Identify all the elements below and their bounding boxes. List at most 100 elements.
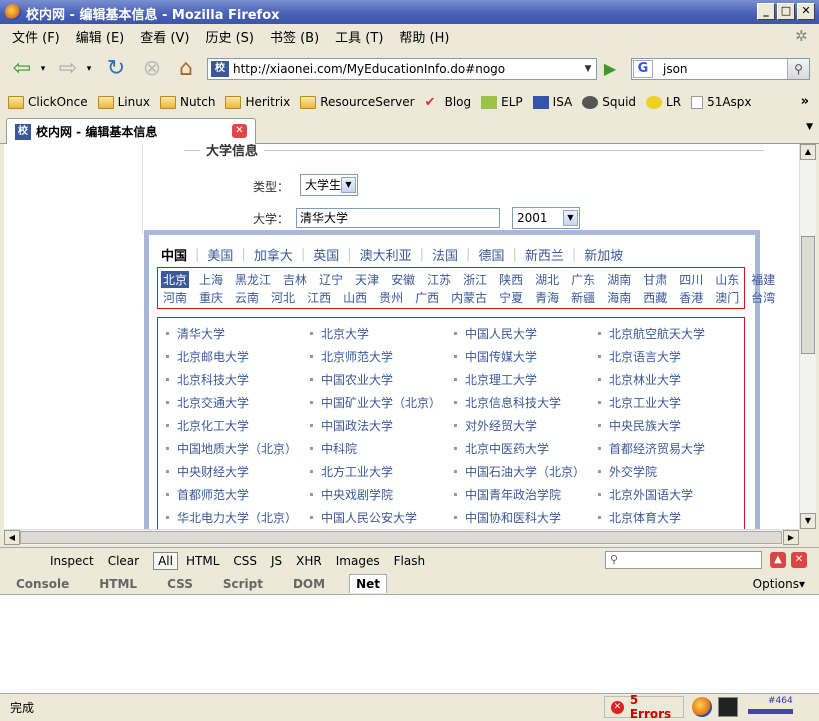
university-item[interactable]: 中国人民大学 xyxy=(454,322,598,345)
close-tab-icon[interactable]: ✕ xyxy=(232,124,247,138)
country-singapore[interactable]: 新加坡 xyxy=(584,245,623,264)
university-item[interactable]: 首都师范大学 xyxy=(166,483,310,506)
university-item[interactable]: 中国矿业大学（北京） xyxy=(310,391,454,414)
reload-icon[interactable]: ↻ xyxy=(102,55,130,83)
province-item[interactable]: 黑龙江 xyxy=(233,271,273,288)
horizontal-scrollbar[interactable]: ◀ ▶ xyxy=(4,529,799,545)
go-icon[interactable]: ▶ xyxy=(600,59,620,79)
url-bar[interactable]: 校 http://xiaonei.com/MyEducationInfo.do#… xyxy=(207,58,597,80)
bookmark-elp[interactable]: ELP xyxy=(481,95,523,109)
vertical-scrollbar[interactable]: ▲ ▼ xyxy=(799,144,816,529)
university-item[interactable]: 北京师范大学 xyxy=(310,345,454,368)
university-item[interactable]: 北京化工大学 xyxy=(166,414,310,437)
search-input[interactable]: json xyxy=(663,62,688,76)
bookmark-heritrix[interactable]: Heritrix xyxy=(225,95,290,109)
university-item[interactable]: 清华大学 xyxy=(166,322,310,345)
country-usa[interactable]: 美国 xyxy=(207,245,233,264)
tab-edit-basic-info[interactable]: 校 校内网 - 编辑基本信息 ✕ xyxy=(6,118,256,144)
province-item[interactable]: 台湾 xyxy=(749,289,777,306)
bookmark-blog[interactable]: ✔ Blog xyxy=(425,95,472,109)
menu-help[interactable]: 帮助 (H) xyxy=(393,27,455,46)
university-item[interactable]: 北京科技大学 xyxy=(166,368,310,391)
tab-console[interactable]: Console xyxy=(10,575,75,593)
province-item[interactable]: 天津 xyxy=(353,271,381,288)
province-item[interactable]: 湖北 xyxy=(533,271,561,288)
university-item[interactable]: 北京航空航天大学 xyxy=(598,322,742,345)
university-item[interactable]: 北京外国语大学 xyxy=(598,483,742,506)
province-item[interactable]: 安徽 xyxy=(389,271,417,288)
alexa-icon[interactable] xyxy=(718,697,738,717)
province-item[interactable]: 福建 xyxy=(749,271,777,288)
filter-all-button[interactable]: All xyxy=(153,551,178,570)
bookmark-nutch[interactable]: Nutch xyxy=(159,95,215,109)
menu-tools[interactable]: 工具 (T) xyxy=(329,27,389,46)
university-item[interactable]: 北京信息科技大学 xyxy=(454,391,598,414)
university-item[interactable]: 中国石油大学（北京） xyxy=(454,460,598,483)
province-item[interactable]: 澳门 xyxy=(713,289,741,306)
province-item[interactable]: 广西 xyxy=(413,289,441,306)
stop-icon[interactable]: ⊗ xyxy=(138,55,166,83)
university-item[interactable]: 对外经贸大学 xyxy=(454,414,598,437)
firefox-addon-icon[interactable] xyxy=(692,697,712,717)
province-item[interactable]: 内蒙古 xyxy=(449,289,489,306)
university-item[interactable]: 北京理工大学 xyxy=(454,368,598,391)
bookmark-resourceserver[interactable]: ResourceServer xyxy=(300,95,415,109)
province-item[interactable]: 重庆 xyxy=(197,289,225,306)
scroll-up-icon[interactable]: ▲ xyxy=(800,144,816,160)
university-item[interactable]: 中科院 xyxy=(310,437,454,460)
google-engine-icon[interactable]: G xyxy=(633,60,653,78)
province-item[interactable]: 上海 xyxy=(197,271,225,288)
province-item[interactable]: 宁夏 xyxy=(497,289,525,306)
scroll-thumb[interactable] xyxy=(20,531,782,544)
back-history-dropdown[interactable]: ▾ xyxy=(38,55,48,83)
province-item[interactable]: 广东 xyxy=(569,271,597,288)
country-germany[interactable]: 德国 xyxy=(478,245,504,264)
province-item[interactable]: 江苏 xyxy=(425,271,453,288)
tab-css[interactable]: CSS xyxy=(161,575,199,593)
province-item[interactable]: 浙江 xyxy=(461,271,489,288)
alexa-rank[interactable]: #464 xyxy=(740,696,795,718)
province-item[interactable]: 山西 xyxy=(341,289,369,306)
university-item[interactable]: 中国农业大学 xyxy=(310,368,454,391)
province-item[interactable]: 海南 xyxy=(605,289,633,306)
menu-view[interactable]: 查看 (V) xyxy=(134,27,195,46)
university-item[interactable]: 中央民族大学 xyxy=(598,414,742,437)
scroll-down-icon[interactable]: ▼ xyxy=(800,513,816,529)
forward-icon[interactable]: ⇨ xyxy=(54,55,82,83)
country-china[interactable]: 中国 xyxy=(161,245,187,264)
scroll-left-icon[interactable]: ◀ xyxy=(4,530,20,545)
country-canada[interactable]: 加拿大 xyxy=(254,245,293,264)
filter-xhr-button[interactable]: XHR xyxy=(296,554,322,568)
scroll-thumb[interactable] xyxy=(801,236,815,354)
country-new-zealand[interactable]: 新西兰 xyxy=(525,245,564,264)
tab-script[interactable]: Script xyxy=(217,575,269,593)
tab-dom[interactable]: DOM xyxy=(287,575,331,593)
university-item[interactable]: 北京交通大学 xyxy=(166,391,310,414)
error-count-badge[interactable]: ✕ 5 Errors xyxy=(604,693,684,721)
province-item[interactable]: 青海 xyxy=(533,289,561,306)
province-item[interactable]: 甘肃 xyxy=(641,271,669,288)
chevron-down-icon[interactable]: ▼ xyxy=(341,177,356,193)
filter-css-button[interactable]: CSS xyxy=(233,554,257,568)
province-item[interactable]: 河南 xyxy=(161,289,189,306)
bookmark-squid[interactable]: Squid xyxy=(582,95,636,109)
university-item[interactable]: 华北电力大学（北京） xyxy=(166,506,310,529)
bookmark-isa[interactable]: ISA xyxy=(532,95,572,109)
university-item[interactable]: 中国传媒大学 xyxy=(454,345,598,368)
province-item[interactable]: 山东 xyxy=(713,271,741,288)
university-item[interactable]: 北京林业大学 xyxy=(598,368,742,391)
university-item[interactable]: 北京语言大学 xyxy=(598,345,742,368)
university-item[interactable]: 中国青年政治学院 xyxy=(454,483,598,506)
university-item[interactable]: 北京中医药大学 xyxy=(454,437,598,460)
options-menu[interactable]: Options▾ xyxy=(753,577,805,591)
bookmark-clickonce[interactable]: ClickOnce xyxy=(8,95,88,109)
university-item[interactable]: 中国地质大学（北京） xyxy=(166,437,310,460)
tab-html[interactable]: HTML xyxy=(93,575,143,593)
province-item[interactable]: 香港 xyxy=(677,289,705,306)
inspect-button[interactable]: Inspect xyxy=(50,554,94,568)
province-item[interactable]: 云南 xyxy=(233,289,261,306)
url-dropdown-icon[interactable]: ▼ xyxy=(580,59,596,79)
filter-js-button[interactable]: JS xyxy=(271,554,282,568)
clear-button[interactable]: Clear xyxy=(108,554,139,568)
minimize-button[interactable]: _ xyxy=(757,3,775,20)
